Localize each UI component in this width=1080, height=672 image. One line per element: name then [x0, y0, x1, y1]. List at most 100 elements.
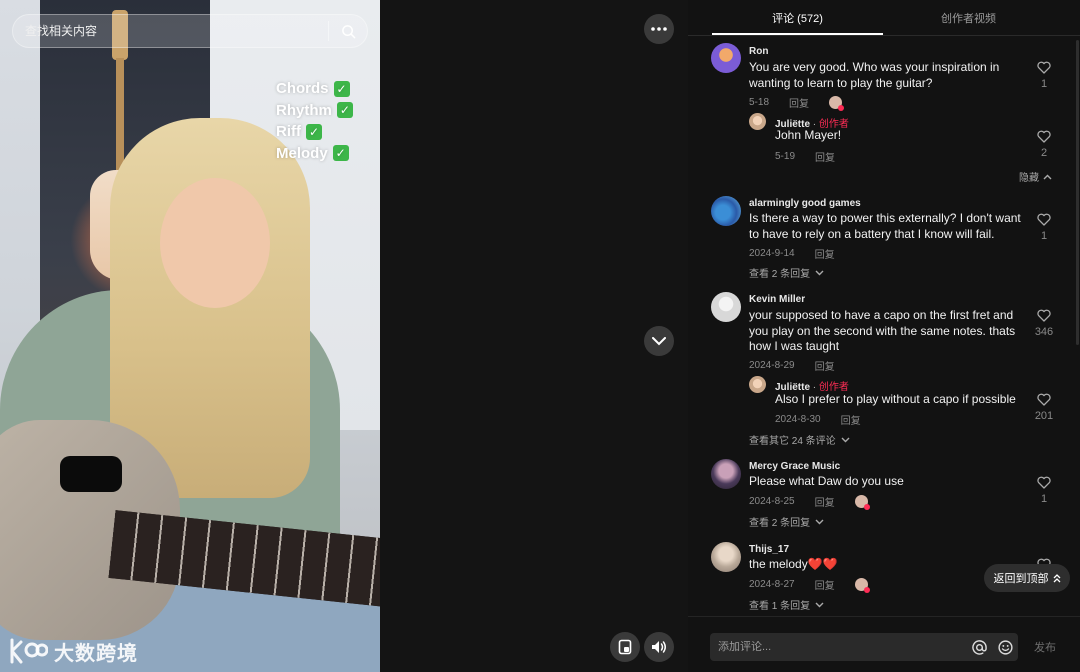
- mention-button[interactable]: [966, 633, 992, 661]
- comment-text: Is there a way to power this externally?…: [749, 211, 1021, 241]
- comment-text: You are very good. Who was your inspirat…: [749, 60, 1000, 90]
- reply-meta: 5-19 回复: [775, 149, 835, 164]
- like-count: 1: [1040, 493, 1048, 505]
- avatar[interactable]: [711, 43, 741, 73]
- reply-button[interactable]: 回复: [815, 149, 835, 164]
- reply-button[interactable]: 回复: [815, 358, 835, 373]
- comment-date: 2024-9-14: [749, 248, 795, 259]
- avatar[interactable]: [711, 196, 741, 226]
- view-replies-button[interactable]: 查看 2 条回复: [749, 514, 824, 529]
- comment-date: 2024-8-29: [749, 360, 795, 371]
- hide-replies-button[interactable]: 隐藏: [1019, 169, 1052, 184]
- reply-author[interactable]: Juliëtte · 创作者: [775, 378, 849, 393]
- check-icon: ✓: [333, 80, 350, 97]
- view-replies-button[interactable]: 查看 1 条回复: [749, 597, 824, 612]
- volume-icon: [652, 641, 666, 653]
- tab-comments[interactable]: 评论 (572): [712, 0, 883, 36]
- pip-button[interactable]: [610, 632, 640, 662]
- reply-button[interactable]: 回复: [815, 577, 835, 592]
- chevron-down-icon: [815, 602, 824, 607]
- more-options-button[interactable]: [644, 14, 674, 44]
- comment-date: 2024-8-25: [749, 496, 795, 507]
- chevron-down-icon: [815, 270, 824, 275]
- comment-author[interactable]: Mercy Grace Music: [749, 461, 840, 472]
- comment-text: Please what Daw do you use: [749, 474, 904, 488]
- at-icon: [971, 639, 987, 655]
- creator-liked-avatar: [854, 578, 870, 593]
- reply-button[interactable]: 回复: [789, 95, 809, 110]
- comment-composer: 发布: [688, 616, 1080, 672]
- video-player[interactable]: Chords✓ Rhythm✓ Riff✓ Melody✓ 大数跨境: [0, 0, 380, 672]
- video-person-face: [160, 178, 270, 308]
- emoji-icon: [997, 639, 1013, 655]
- heart-icon: [1037, 309, 1051, 322]
- view-replies-button[interactable]: 查看 2 条回复: [749, 265, 824, 280]
- comment-meta: 2024-8-25 回复: [749, 494, 870, 510]
- comment-author[interactable]: Ron: [749, 46, 768, 57]
- avatar[interactable]: [711, 459, 741, 489]
- creator-liked-avatar: [854, 495, 870, 510]
- tab-creator-videos[interactable]: 创作者视频: [883, 0, 1054, 36]
- chevron-up-icon: [1043, 174, 1052, 179]
- comments-scrollbar[interactable]: [1076, 40, 1079, 345]
- heart-icon: [1037, 393, 1051, 406]
- comment-input-box[interactable]: [710, 633, 1018, 661]
- search-bar[interactable]: [12, 14, 368, 48]
- overlay-line: Rhythm ✓: [276, 100, 353, 122]
- like-count: 1: [1040, 78, 1048, 90]
- avatar[interactable]: [711, 292, 741, 322]
- comment-text: the melody❤️❤️: [749, 557, 838, 571]
- like-button[interactable]: 1: [1032, 476, 1056, 505]
- reply-button[interactable]: 回复: [815, 494, 835, 509]
- like-button[interactable]: 1: [1032, 61, 1056, 90]
- active-tab-indicator: [712, 33, 883, 35]
- volume-button[interactable]: [644, 632, 674, 662]
- avatar[interactable]: [749, 113, 766, 130]
- like-button[interactable]: 346: [1032, 309, 1056, 338]
- reply-button[interactable]: 回复: [815, 246, 835, 261]
- back-to-top-button[interactable]: 返回到顶部: [984, 564, 1070, 592]
- emoji-button[interactable]: [992, 633, 1018, 661]
- picture-in-picture-icon: [618, 639, 632, 655]
- more-dots-icon: [651, 27, 667, 31]
- view-more-comments-button[interactable]: 查看其它 24 条评论: [749, 432, 850, 447]
- comment-author[interactable]: Kevin Miller: [749, 294, 805, 305]
- chevron-down-icon: [815, 519, 824, 524]
- like-count: 2: [1040, 147, 1048, 159]
- heart-icon: [1037, 130, 1051, 143]
- reply-text: Also I prefer to play without a capo if …: [775, 392, 1016, 406]
- avatar[interactable]: [749, 376, 766, 393]
- video-guitar-soundhole: [60, 456, 122, 492]
- creator-liked-avatar: [829, 96, 845, 111]
- like-button[interactable]: 2: [1032, 130, 1056, 159]
- search-input[interactable]: [13, 24, 328, 38]
- search-icon[interactable]: [329, 14, 367, 48]
- next-video-button[interactable]: [644, 326, 674, 356]
- like-count: 201: [1034, 410, 1054, 422]
- video-overlay-checklist: Chords ✓ Rhythm ✓ Riff ✓ Melody ✓: [276, 78, 353, 164]
- comment-author[interactable]: alarmingly good games: [749, 198, 861, 209]
- reply-button[interactable]: 回复: [841, 412, 861, 427]
- like-button[interactable]: 1: [1032, 213, 1056, 242]
- avatar[interactable]: [711, 542, 741, 572]
- comment-meta: 2024-9-14 回复: [749, 246, 835, 261]
- comment-meta: 2024-8-29 回复: [749, 358, 835, 373]
- player-controls-area: [380, 0, 688, 672]
- comment-meta: 5-18 回复: [749, 95, 845, 111]
- comment-text: your supposed to have a capo on the firs…: [749, 308, 1016, 353]
- comment-input[interactable]: [710, 641, 966, 653]
- like-count: 1: [1040, 230, 1048, 242]
- watermark: 大数跨境: [8, 636, 138, 666]
- heart-icon: [1037, 61, 1051, 74]
- reply-date: 5-19: [775, 151, 796, 162]
- comment-author[interactable]: Thijs_17: [749, 544, 789, 555]
- double-chevron-up-icon: [1053, 573, 1060, 582]
- comment-meta: 2024-8-27 回复: [749, 577, 870, 593]
- heart-icon: [1037, 476, 1051, 489]
- chevron-down-icon: [841, 437, 850, 442]
- like-button[interactable]: 201: [1032, 393, 1056, 422]
- post-button[interactable]: 发布: [1034, 633, 1056, 661]
- chevron-down-icon: [652, 336, 666, 345]
- heart-icon: [1037, 213, 1051, 226]
- check-icon: ✓: [336, 102, 353, 119]
